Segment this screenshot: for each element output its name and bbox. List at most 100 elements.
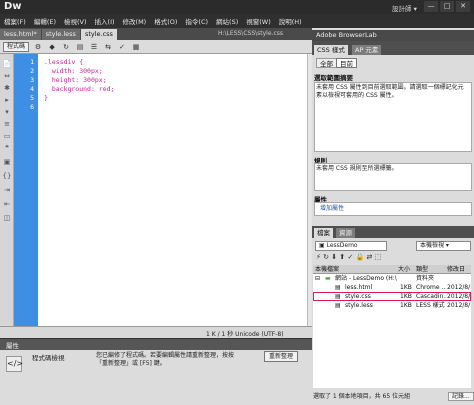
outdent-icon[interactable]: ⇤: [2, 200, 12, 209]
code-line[interactable]: width: 300px;: [44, 67, 103, 75]
site-select[interactable]: ▣ LessDemo: [315, 241, 387, 251]
rules-text: 未套用 CSS 規則至所選標籤。: [316, 165, 398, 172]
tab-files[interactable]: 檔案: [314, 228, 333, 238]
close-button[interactable]: ✕: [456, 1, 470, 12]
line-number: 1: [30, 58, 34, 66]
app-logo: Dw: [4, 1, 22, 12]
check-in-icon[interactable]: 🔒: [356, 253, 365, 261]
line-number: 6: [30, 103, 34, 111]
indent-icon[interactable]: ⇥: [2, 186, 12, 195]
tab-assets[interactable]: 資源: [336, 228, 355, 238]
folder-icon: ▬: [325, 275, 331, 282]
maximize-button[interactable]: □: [440, 1, 454, 12]
site-select-value: LessDemo: [326, 242, 358, 249]
code-line[interactable]: .lessdiv {: [44, 58, 83, 66]
highlight-invalid-icon[interactable]: ✱: [2, 84, 12, 93]
inspect-icon[interactable]: ◆: [47, 42, 57, 52]
validate-icon[interactable]: ✓: [117, 42, 127, 52]
menu-help[interactable]: 說明(H): [279, 16, 302, 26]
menu-edit[interactable]: 編輯(E): [34, 16, 56, 26]
list-item[interactable]: ⊟ ▬ 網站 - LessDemo (H:\LESS) 資料夾: [313, 274, 471, 283]
comment-icon[interactable]: ▣: [2, 158, 12, 167]
collapse-selection-icon[interactable]: ▸: [2, 96, 12, 105]
code-view-icon: </>: [6, 356, 23, 372]
menu-view[interactable]: 檢視(V): [64, 16, 87, 26]
wrap-tag-icon[interactable]: {}: [2, 172, 12, 181]
refresh-button[interactable]: 重新整理: [264, 351, 299, 362]
line-numbers-icon[interactable]: ❝: [2, 144, 12, 153]
refresh-files-icon[interactable]: ↻: [323, 253, 329, 261]
code-view-button[interactable]: 程式碼: [3, 41, 30, 52]
tab-all[interactable]: 全部: [316, 58, 337, 68]
line-number: 2: [30, 67, 34, 75]
refresh-icon[interactable]: ↻: [61, 42, 71, 52]
line-number: 4: [30, 85, 34, 93]
coding-toolbar: 📄 ⇔ ✱ ▸ ▾ ≡ ▭ ❝ ▣ {} ⇥ ⇤ ◫: [0, 54, 14, 326]
view-select-value: 本機檢視: [420, 242, 445, 249]
tab-style-css[interactable]: style.css: [80, 29, 117, 40]
code-line[interactable]: }: [44, 94, 48, 102]
put-icon[interactable]: ⬆: [339, 253, 345, 261]
expand-icon[interactable]: ⬚: [375, 253, 382, 261]
col-modified[interactable]: 修改日: [447, 265, 465, 274]
browserlab-panel-header[interactable]: Adobe BrowserLab: [312, 30, 474, 41]
code-line[interactable]: height: 300px;: [44, 76, 107, 84]
file-name: style.less: [345, 302, 373, 309]
menu-commands[interactable]: 指令(C): [185, 16, 208, 26]
connect-icon[interactable]: ⚡: [316, 253, 321, 261]
balance-braces-icon[interactable]: ▭: [2, 132, 12, 141]
workspace-switcher[interactable]: 設計師 ▾: [392, 3, 417, 13]
visual-aids-icon[interactable]: ▦: [131, 42, 141, 52]
tab-ap-elements[interactable]: AP 元素: [352, 45, 382, 55]
file-size: 1KB: [400, 302, 412, 309]
expand-icon[interactable]: ⊟: [315, 274, 323, 283]
line-number: 5: [30, 94, 34, 102]
minimize-button[interactable]: —: [424, 1, 438, 12]
menu-insert[interactable]: 插入(I): [95, 16, 115, 26]
select-parent-icon[interactable]: ≡: [2, 120, 12, 129]
list-item[interactable]: ▤ less.html 1KB Chrome ... 2012/8/1: [313, 283, 471, 292]
check-out-icon[interactable]: ✓: [347, 253, 353, 261]
tab-less-html[interactable]: less.html*: [0, 29, 41, 40]
list-item[interactable]: ▤ style.less 1KB LESS 樣式 2012/8/1: [313, 301, 471, 310]
tab-css-styles[interactable]: CSS 樣式: [314, 45, 348, 55]
window-controls: — □ ✕: [424, 1, 472, 12]
properties-title: 屬性: [6, 342, 19, 350]
get-icon[interactable]: ⬇: [331, 253, 337, 261]
sync-icon[interactable]: ⇄: [367, 253, 373, 261]
code-editor[interactable]: .lessdiv { width: 300px; height: 300px; …: [38, 54, 308, 326]
chevron-down-icon: ▾: [444, 242, 449, 249]
menu-window[interactable]: 視窗(W): [246, 16, 271, 26]
menu-modify[interactable]: 修改(M): [123, 16, 147, 26]
view-select[interactable]: 本機檢視 ▾: [416, 241, 471, 251]
log-button[interactable]: 記錄...: [448, 392, 474, 401]
status-text: 1 K / 1 秒 Unicode (UTF-8): [206, 331, 284, 338]
tab-current[interactable]: 目前: [336, 58, 357, 68]
file-size: 1KB: [400, 284, 412, 291]
file-type: LESS 樣式: [416, 302, 445, 309]
settings-icon[interactable]: ⚙: [33, 42, 43, 52]
col-size[interactable]: 大小: [398, 265, 410, 274]
menu-file[interactable]: 檔案(F): [4, 16, 26, 26]
properties-message: 您已編修了程式碼。若要編輯屬性請重新整理，按按「重新整理」或 [F5] 鍵。: [96, 352, 235, 367]
col-type[interactable]: 類型: [416, 265, 428, 274]
tab-style-less[interactable]: style.less: [41, 29, 80, 40]
menu-site[interactable]: 網站(S): [216, 16, 238, 26]
file-management-icon[interactable]: ▤: [75, 42, 85, 52]
expand-all-icon[interactable]: ▾: [2, 108, 12, 117]
add-property-link[interactable]: 增加屬性: [320, 205, 344, 213]
collapse-tag-icon[interactable]: ⇔: [2, 72, 12, 81]
file-date: 2012/8/1: [447, 302, 471, 309]
code-line[interactable]: background: red;: [44, 85, 115, 93]
open-documents-icon[interactable]: 📄: [2, 60, 12, 69]
properties-panel-header[interactable]: [0, 338, 312, 350]
menu-bar: 檔案(F) 編輯(E) 檢視(V) 插入(I) 修改(M) 格式(O) 指令(C…: [0, 14, 474, 28]
compare-icon[interactable]: ⇆: [103, 42, 113, 52]
file-date: 2012/8/1: [447, 284, 471, 291]
file-name: less.html: [345, 284, 373, 291]
preview-icon[interactable]: ☰: [89, 42, 99, 52]
format-source-icon[interactable]: ◫: [2, 214, 12, 223]
menu-format[interactable]: 格式(O): [154, 16, 177, 26]
site-folder-icon: ▣: [319, 242, 327, 249]
col-local-files[interactable]: 本機檔案: [315, 265, 339, 274]
